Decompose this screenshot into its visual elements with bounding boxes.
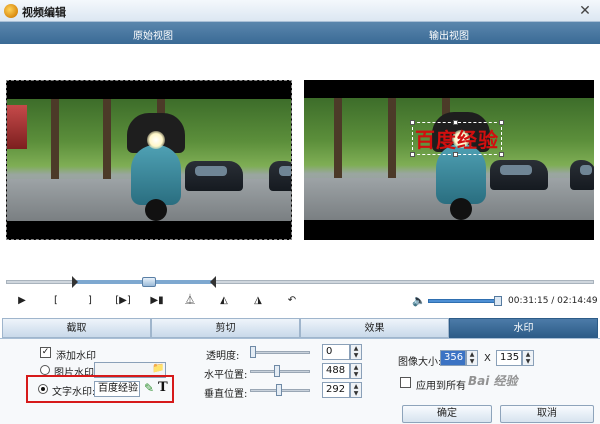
preview-stage: 百度经验 xyxy=(0,44,600,270)
transparency-input[interactable]: 0 xyxy=(322,344,350,360)
height-spinner[interactable]: ▲ ▼ xyxy=(522,350,534,366)
mark-in-button[interactable]: [ xyxy=(48,294,64,308)
rotate-right-icon[interactable]: ◮ xyxy=(250,294,266,308)
cancel-button[interactable]: 取消 xyxy=(500,405,594,423)
resize-handle[interactable] xyxy=(499,120,504,125)
scooter-decor xyxy=(125,113,187,221)
vpos-thumb[interactable] xyxy=(276,384,282,396)
banner-decor xyxy=(7,105,27,149)
watermark-overlay-text: 百度经验 xyxy=(415,128,499,152)
hpos-thumb[interactable] xyxy=(274,365,280,377)
playback-controls: ▶ [ ] [▶] ▶▮ ⏅ ◭ ◮ ↶ 🔈 00:31:15 / 02:14:… xyxy=(0,290,600,312)
resize-handle[interactable] xyxy=(410,152,415,157)
folder-icon[interactable]: 📁 xyxy=(152,363,164,374)
end-marker[interactable] xyxy=(210,276,216,288)
volume-slider[interactable] xyxy=(428,299,500,303)
timeline-thumb[interactable] xyxy=(142,277,156,287)
image-size-label: 图像大小: xyxy=(398,357,442,368)
text-watermark-label: 文字水印: xyxy=(52,387,96,398)
play-selection-button[interactable]: [▶] xyxy=(112,294,134,308)
close-icon[interactable]: ✕ xyxy=(576,2,594,20)
transparency-spinner[interactable]: ▲ ▼ xyxy=(350,344,362,360)
resize-handle[interactable] xyxy=(453,120,458,125)
tree-decor xyxy=(103,99,111,191)
hpos-input[interactable]: 488 xyxy=(322,363,350,379)
transparency-thumb[interactable] xyxy=(250,346,256,358)
timeline[interactable] xyxy=(6,276,594,288)
add-watermark-checkbox[interactable]: ✓ xyxy=(40,347,51,358)
undo-icon[interactable]: ↶ xyxy=(284,294,300,308)
add-watermark-label: 添加水印 xyxy=(56,351,96,362)
resize-handle[interactable] xyxy=(499,152,504,157)
car-decor xyxy=(185,161,243,191)
output-view-label: 输出视图 xyxy=(429,31,469,42)
edit-tabs: 截取 剪切 效果 水印 xyxy=(2,318,598,338)
watermark-overlay[interactable]: 百度经验 xyxy=(410,120,504,157)
transparency-slider[interactable] xyxy=(250,351,310,354)
width-input[interactable]: 356 xyxy=(440,350,466,366)
tree-decor xyxy=(51,99,59,191)
text-watermark-field[interactable]: 百度经验 xyxy=(94,381,140,397)
window-title: 视频编辑 xyxy=(22,6,66,19)
transparency-label: 透明度: xyxy=(206,351,240,362)
text-format-icon[interactable]: T xyxy=(158,380,168,395)
resize-handle[interactable] xyxy=(410,120,415,125)
play-button[interactable]: ▶ xyxy=(14,294,30,308)
video-frame xyxy=(7,99,291,221)
vpos-input[interactable]: 292 xyxy=(322,382,350,398)
height-input[interactable]: 135 xyxy=(496,350,522,366)
flip-icon[interactable]: ⏅ xyxy=(182,294,198,308)
tab-watermark[interactable]: 水印 xyxy=(449,318,598,338)
rotate-left-icon[interactable]: ◭ xyxy=(216,294,232,308)
views-header: 原始视图 输出视图 xyxy=(0,22,600,44)
hpos-spinner[interactable]: ▲ ▼ xyxy=(350,363,362,379)
original-view-label: 原始视图 xyxy=(133,31,173,42)
text-watermark-radio[interactable] xyxy=(38,384,48,394)
apply-all-checkbox[interactable] xyxy=(400,377,411,388)
source-watermark: Bai 经验 xyxy=(468,374,518,388)
original-preview[interactable] xyxy=(6,80,292,240)
image-watermark-radio[interactable] xyxy=(40,365,50,375)
size-times: X xyxy=(484,353,491,364)
resize-handle[interactable] xyxy=(453,152,458,157)
car-decor xyxy=(490,160,548,190)
volume-icon[interactable]: 🔈 xyxy=(412,295,426,307)
confirm-button[interactable]: 确定 xyxy=(402,405,492,423)
app-icon xyxy=(4,4,18,18)
mark-out-button[interactable]: ] xyxy=(82,294,98,308)
car-decor xyxy=(570,160,594,190)
hpos-slider[interactable] xyxy=(250,370,310,373)
video-frame: 百度经验 xyxy=(304,98,594,220)
volume-thumb[interactable] xyxy=(494,296,502,306)
next-frame-button[interactable]: ▶▮ xyxy=(148,294,166,308)
apply-all-label: 应用到所有 xyxy=(416,381,466,392)
start-marker[interactable] xyxy=(72,276,78,288)
width-spinner[interactable]: ▲ ▼ xyxy=(466,350,478,366)
vpos-label: 垂直位置: xyxy=(204,389,248,400)
vpos-spinner[interactable]: ▲ ▼ xyxy=(350,382,362,398)
pen-icon[interactable]: ✎ xyxy=(144,381,154,395)
output-preview[interactable]: 百度经验 xyxy=(304,80,594,240)
tab-cut[interactable]: 剪切 xyxy=(151,318,300,338)
time-readout: 00:31:15 / 02:14:49 xyxy=(508,296,598,306)
tab-trim[interactable]: 截取 xyxy=(2,318,151,338)
car-decor xyxy=(269,161,291,191)
hpos-label: 水平位置: xyxy=(204,370,248,381)
tab-effect[interactable]: 效果 xyxy=(300,318,449,338)
tree-decor xyxy=(334,98,342,190)
title-bar: 视频编辑 ✕ xyxy=(0,0,600,22)
tree-decor xyxy=(388,98,396,190)
